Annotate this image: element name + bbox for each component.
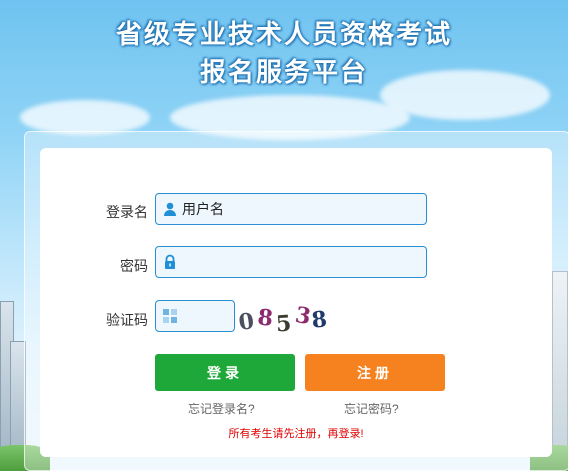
captcha-input[interactable] (182, 308, 232, 324)
page-title-line2: 报名服务平台 (199, 58, 368, 88)
username-label: 登录名 (106, 204, 148, 220)
password-field[interactable] (155, 246, 427, 278)
captcha-char: 8 (310, 306, 329, 334)
captcha-char: 5 (274, 310, 292, 338)
captcha-field[interactable] (155, 300, 235, 332)
username-field[interactable] (155, 193, 427, 225)
forgot-username-link[interactable]: 忘记登录名? (188, 400, 255, 417)
password-input[interactable] (182, 254, 402, 270)
captcha-label: 验证码 (106, 312, 148, 328)
lock-icon (162, 254, 178, 270)
forgot-password-link[interactable]: 忘记密码? (344, 400, 399, 417)
password-label: 密码 (120, 258, 148, 274)
register-notice: 所有考生请先注册，再登录! (228, 428, 364, 440)
login-button[interactable]: 登录 (155, 354, 295, 391)
register-button[interactable]: 注册 (305, 354, 445, 391)
user-icon (162, 201, 178, 217)
captcha-icon (162, 308, 178, 324)
captcha-char: 0 (236, 308, 256, 336)
page-title-line1: 省级专业技术人员资格考试 (115, 20, 452, 50)
username-input[interactable] (182, 201, 402, 217)
captcha-image[interactable]: 08538 (236, 301, 349, 338)
captcha-char: 8 (256, 304, 275, 332)
